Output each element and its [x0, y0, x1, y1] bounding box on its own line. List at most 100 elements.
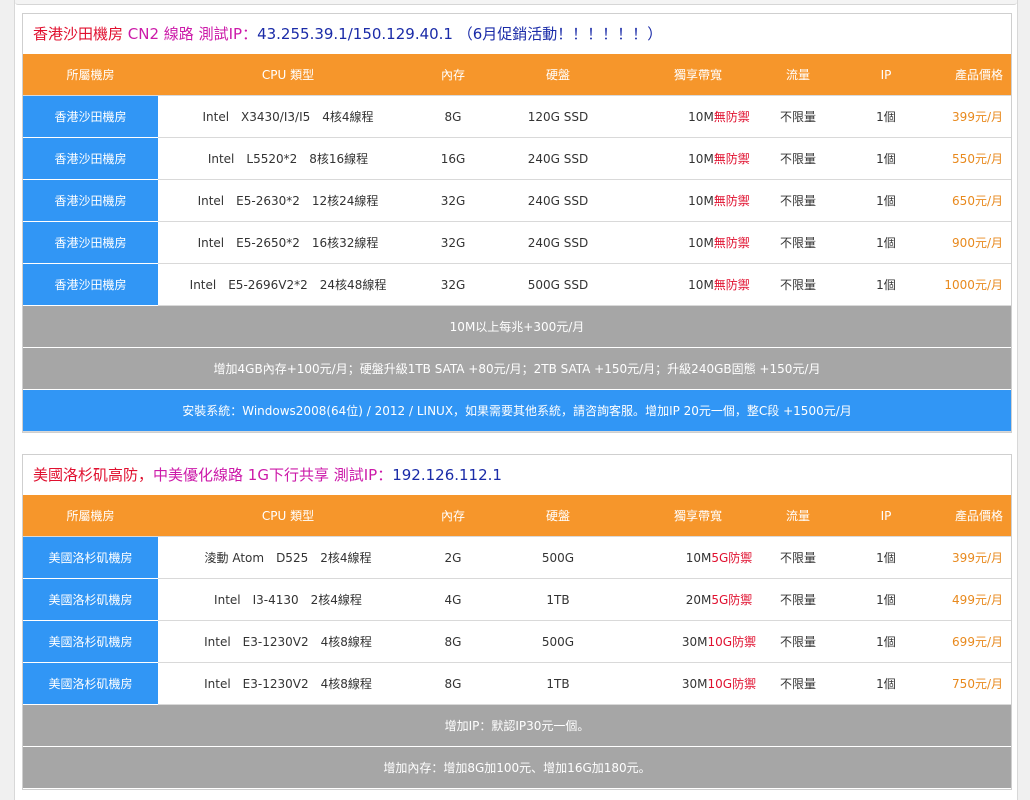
ip-cell: 1個 [828, 536, 944, 579]
us-pricing-table: 所屬機房 CPU 類型 內存 硬盤 獨享帶寬 流量 IP 產品價格 美國洛杉矶機… [23, 495, 1011, 789]
page-container: 香港沙田機房 CN2 線路 測試IP：43.255.39.1/150.129.4… [14, 0, 1018, 800]
memory-cell: 16G [418, 137, 488, 180]
disk-cell: 240G SSD [488, 221, 628, 264]
bandwidth-value: 20M [685, 593, 712, 607]
hk-pricing-table: 所屬機房 CPU 類型 內存 硬盤 獨享帶寬 流量 IP 產品價格 香港沙田機房… [23, 54, 1011, 432]
room-cell: 美國洛杉矶機房 [23, 662, 158, 705]
disk-cell: 500G [488, 620, 628, 663]
disk-cell: 500G SSD [488, 263, 628, 306]
bandwidth-upgrade-note: 10M以上每兆+300元/月 [23, 305, 1011, 348]
note-row: 10M以上每兆+300元/月 [23, 305, 1011, 348]
price-cell: 900元/月 [944, 221, 1011, 264]
bandwidth-value: 10M [688, 194, 714, 208]
ip-cell: 1個 [828, 221, 944, 264]
ddos-value: 無防禦 [713, 110, 750, 124]
ddos-value: 無防禦 [713, 278, 750, 292]
traffic-cell: 不限量 [768, 620, 828, 663]
memory-cell: 32G [418, 263, 488, 306]
col-header-cpu: CPU 類型 [158, 54, 418, 96]
cpu-cell: Intel E3-1230V2 4核8線程 [158, 662, 418, 705]
hk-title-line: CN2 線路 [127, 25, 194, 43]
extra-memory-note: 增加內存：增加8G加100元、增加16G加180元。 [23, 746, 1011, 789]
hk-title-test-ip: 43.255.39.1/150.129.40.1 [257, 25, 453, 43]
price-cell: 1000元/月 [944, 263, 1011, 306]
memory-cell: 32G [418, 179, 488, 222]
bandwidth-cell: 10M無防禦 [628, 95, 768, 138]
traffic-cell: 不限量 [768, 578, 828, 621]
disk-cell: 240G SSD [488, 137, 628, 180]
col-header-disk: 硬盤 [488, 495, 628, 537]
hk-panel-title: 香港沙田機房 CN2 線路 測試IP：43.255.39.1/150.129.4… [23, 14, 1011, 54]
us-title-test-ip: 192.126.112.1 [392, 466, 502, 484]
cpu-cell: Intel L5520*2 8核16線程 [158, 137, 418, 180]
install-system-note: 安裝系統：Windows2008(64位) / 2012 / LINUX，如果需… [23, 389, 1011, 432]
cpu-cell: Intel E5-2650*2 16核32線程 [158, 221, 418, 264]
ddos-value: 無防禦 [713, 194, 750, 208]
memory-cell: 8G [418, 620, 488, 663]
ip-cell: 1個 [828, 95, 944, 138]
table-header-row: 所屬機房 CPU 類型 內存 硬盤 獨享帶寬 流量 IP 產品價格 [23, 54, 1011, 96]
bandwidth-cell: 10M無防禦 [628, 221, 768, 264]
col-header-ip: IP [828, 495, 944, 537]
hk-title-location: 香港沙田機房 [33, 25, 124, 43]
room-cell: 香港沙田機房 [23, 263, 158, 306]
memory-cell: 4G [418, 578, 488, 621]
price-cell: 399元/月 [944, 95, 1011, 138]
us-pricing-panel: 美國洛杉矶高防，中美優化線路 1G下行共享 測試IP：192.126.112.1… [22, 454, 1012, 790]
col-header-price: 產品價格 [944, 495, 1011, 537]
hk-pricing-panel: 香港沙田機房 CN2 線路 測試IP：43.255.39.1/150.129.4… [22, 13, 1012, 433]
table-row: 美國洛杉矶機房 Intel E3-1230V2 4核8線程 8G 500G 30… [23, 620, 1011, 663]
col-header-bandwidth: 獨享帶寬 [628, 495, 768, 537]
note-row: 增加內存：增加8G加100元、增加16G加180元。 [23, 746, 1011, 789]
col-header-memory: 內存 [418, 495, 488, 537]
table-row: 香港沙田機房 Intel E5-2650*2 16核32線程 32G 240G … [23, 221, 1011, 264]
room-cell: 美國洛杉矶機房 [23, 578, 158, 621]
us-title-line: 中美優化線路 1G下行共享 [153, 466, 329, 484]
table-row: 美國洛杉矶機房 淩動 Atom D525 2核4線程 2G 500G 10M5G… [23, 536, 1011, 579]
disk-cell: 1TB [488, 578, 628, 621]
col-header-memory: 內存 [418, 54, 488, 96]
col-header-traffic: 流量 [768, 54, 828, 96]
traffic-cell: 不限量 [768, 137, 828, 180]
ip-cell: 1個 [828, 662, 944, 705]
cpu-cell: 淩動 Atom D525 2核4線程 [158, 536, 418, 579]
note-row: 增加4GB內存+100元/月；硬盤升級1TB SATA +80元/月；2TB S… [23, 347, 1011, 390]
bandwidth-cell: 20M5G防禦 [628, 578, 768, 621]
table-row: 美國洛杉矶機房 Intel E3-1230V2 4核8線程 8G 1TB 30M… [23, 662, 1011, 705]
ddos-value: 無防禦 [713, 152, 750, 166]
table-row: 美國洛杉矶機房 Intel I3-4130 2核4線程 4G 1TB 20M5G… [23, 578, 1011, 621]
top-divider [15, 0, 1017, 5]
price-cell: 499元/月 [944, 578, 1011, 621]
bandwidth-cell: 10M5G防禦 [628, 536, 768, 579]
table-row: 香港沙田機房 Intel E5-2696V2*2 24核48線程 32G 500… [23, 263, 1011, 306]
ip-cell: 1個 [828, 179, 944, 222]
ddos-value: 10G防禦 [707, 677, 757, 691]
extra-ip-note: 增加IP：默認IP30元一個。 [23, 704, 1011, 747]
traffic-cell: 不限量 [768, 221, 828, 264]
disk-cell: 1TB [488, 662, 628, 705]
price-cell: 750元/月 [944, 662, 1011, 705]
traffic-cell: 不限量 [768, 95, 828, 138]
bandwidth-value: 10M [688, 152, 714, 166]
memory-cell: 8G [418, 662, 488, 705]
table-row: 香港沙田機房 Intel X3430/I3/I5 4核4線程 8G 120G S… [23, 95, 1011, 138]
col-header-cpu: CPU 類型 [158, 495, 418, 537]
traffic-cell: 不限量 [768, 662, 828, 705]
cpu-cell: Intel E5-2630*2 12核24線程 [158, 179, 418, 222]
ip-cell: 1個 [828, 263, 944, 306]
memory-cell: 32G [418, 221, 488, 264]
note-row: 增加IP：默認IP30元一個。 [23, 704, 1011, 747]
us-title-location: 美國洛杉矶高防， [33, 466, 154, 484]
price-cell: 650元/月 [944, 179, 1011, 222]
bandwidth-cell: 10M無防禦 [628, 179, 768, 222]
table-row: 香港沙田機房 Intel L5520*2 8核16線程 16G 240G SSD… [23, 137, 1011, 180]
ddos-value: 5G防禦 [711, 593, 753, 607]
ip-cell: 1個 [828, 137, 944, 180]
cpu-cell: Intel X3430/I3/I5 4核4線程 [158, 95, 418, 138]
ddos-value: 無防禦 [713, 236, 750, 250]
room-cell: 香港沙田機房 [23, 95, 158, 138]
bandwidth-value: 10M [688, 278, 714, 292]
table-header-row: 所屬機房 CPU 類型 內存 硬盤 獨享帶寬 流量 IP 產品價格 [23, 495, 1011, 537]
traffic-cell: 不限量 [768, 536, 828, 579]
hk-title-test-label: 測試IP： [198, 25, 258, 43]
